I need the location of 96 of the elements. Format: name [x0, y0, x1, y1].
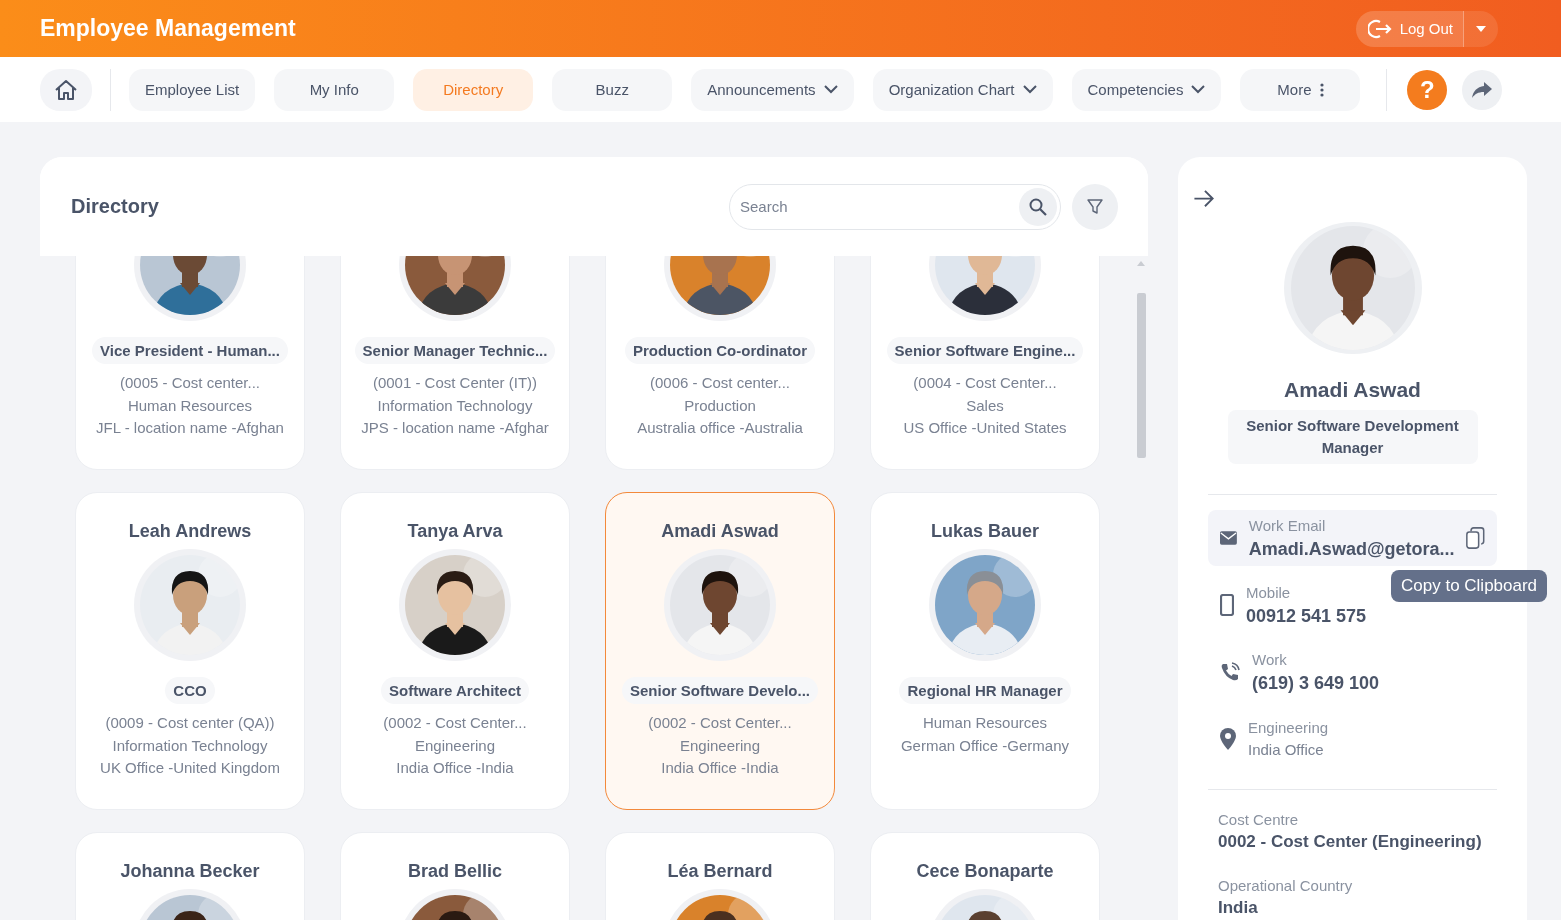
copy-icon[interactable] — [1466, 525, 1485, 552]
tooltip: Copy to Clipboard — [1391, 570, 1548, 602]
employee-card[interactable]: Production Co-ordinator (0006 - Cost center... Production Australia office -Australia — [605, 256, 835, 470]
employee-detail: Production — [683, 395, 757, 416]
panel-title: Directory — [71, 195, 160, 218]
chevron-down-icon — [1191, 85, 1206, 94]
employee-detail: (0004 - Cost Center... — [912, 373, 1058, 393]
contact-label: Work Email — [1248, 516, 1326, 537]
employee-detail: (0009 - Cost center (QA)) — [104, 713, 276, 733]
employee-detail: UK Office -United Kingdom — [100, 758, 280, 778]
employee-detail: JPS - location name -Afghar — [361, 418, 549, 438]
employee-detail: (0002 - Cost Center... — [648, 713, 792, 733]
chevron-down-icon — [823, 85, 838, 94]
employee-card[interactable]: Senior Software Engine... (0004 - Cost Center... Sales US Office -United States — [870, 256, 1100, 470]
nav-tab[interactable]: More — [1240, 68, 1361, 111]
contact-label: Work — [1252, 650, 1287, 671]
employee-detail: Engineering — [413, 735, 497, 756]
nav-tab[interactable]: Employee List — [129, 68, 256, 111]
filter-icon — [1087, 198, 1103, 215]
job-title: Senior Software Develo... — [621, 677, 819, 704]
employee-card[interactable]: Tanya Arva Software Architect (0002 - Cost Center... Engineering India Office -India — [340, 492, 570, 810]
field-value: India — [1218, 897, 1258, 919]
employee-detail: US Office -United States — [903, 418, 1067, 438]
employee-detail: German Office -Germany — [900, 735, 1070, 756]
contact-label: Mobile — [1246, 583, 1291, 604]
employee-name: Amadi Aswad — [661, 520, 779, 543]
employee-detail: Australia office -Australia — [637, 418, 803, 438]
logout-icon — [1367, 18, 1392, 39]
contact-value: (619) 3 649 100 — [1252, 672, 1380, 696]
location-pin-icon — [1220, 728, 1236, 751]
employee-name: Leah Andrews — [128, 520, 252, 543]
kebab-icon — [1319, 82, 1324, 97]
employee-name: Tanya Arva — [407, 520, 503, 543]
scrollbar-thumb[interactable] — [1136, 293, 1146, 458]
employee-card[interactable]: Cece Bonaparte — [870, 832, 1100, 920]
employee-detail: India Office -India — [660, 758, 780, 778]
share-icon — [1472, 81, 1493, 98]
contact-value: India Office — [1248, 740, 1324, 761]
search-icon — [1029, 197, 1047, 216]
contact-label: Engineering — [1248, 718, 1329, 739]
employee-detail: (0001 - Cost Center (IT)) — [371, 373, 539, 393]
employee-card[interactable]: Senior Manager Technic... (0001 - Cost Center (IT)) Information Technology JPS - location name -Afghar — [340, 256, 570, 470]
filter-button[interactable] — [1072, 183, 1118, 230]
employee-detail: Engineering — [678, 735, 762, 756]
job-title: Production Co-ordinator — [624, 337, 816, 364]
employee-card[interactable]: Johanna Becker — [75, 832, 305, 920]
employee-detail: Sales — [965, 395, 1005, 416]
employee-card[interactable]: Lukas Bauer Regional HR Manager Human Resources German Office -Germany — [870, 492, 1100, 810]
chevron-down-icon — [1022, 85, 1037, 94]
employee-detail: Human Resources — [126, 395, 254, 416]
home-icon — [54, 78, 78, 101]
employee-card[interactable]: Vice President - Human... (0005 - Cost center... Human Resources JFL - location name -Afghan — [75, 256, 305, 470]
employee-name: Cece Bonaparte — [916, 860, 1054, 883]
job-title: Senior Software Development Manager — [1227, 410, 1478, 465]
home-button[interactable] — [40, 68, 92, 111]
nav-tab[interactable]: Competencies — [1071, 68, 1222, 111]
caret-icon — [1476, 25, 1486, 32]
employee-detail: (0005 - Cost center... — [118, 373, 262, 393]
employee-name: Lukas Bauer — [930, 520, 1039, 543]
contact-value: Amadi.Aswad@getora... — [1248, 538, 1455, 562]
employee-detail: (0006 - Cost center... — [648, 373, 792, 393]
dropdown-button[interactable] — [1463, 10, 1498, 47]
employee-name: Johanna Becker — [120, 860, 260, 883]
job-title: Senior Manager Technic... — [354, 337, 556, 364]
arrow-right-icon[interactable] — [1193, 189, 1215, 209]
envelope-icon — [1220, 530, 1237, 547]
employee-name: Léa Bernard — [667, 860, 773, 883]
contact-value: 00912 541 575 — [1246, 605, 1367, 629]
employee-card[interactable]: Leah Andrews CCO (0009 - Cost center (QA)) Information Technology UK Office -United Kingdom — [75, 492, 305, 810]
employee-detail: Information Technology — [376, 395, 534, 416]
job-title: Regional HR Manager — [899, 677, 1071, 704]
job-title: Software Architect — [381, 677, 529, 704]
job-title: Vice President - Human... — [92, 337, 288, 364]
nav-tab[interactable]: Buzz — [552, 68, 673, 111]
employee-name: Brad Bellic — [407, 860, 502, 883]
employee-detail: JFL - location name -Afghan — [96, 418, 284, 438]
employee-detail: Human Resources — [921, 713, 1049, 733]
mobile-phone-icon — [1220, 594, 1234, 617]
phone-icon — [1220, 662, 1240, 683]
profile-name: Amadi Aswad — [1283, 378, 1422, 403]
app-title: Employee Management — [40, 15, 296, 42]
nav-tab[interactable]: My Info — [274, 68, 395, 111]
employee-card[interactable]: Amadi Aswad Senior Software Develo... (0002 - Cost Center... Engineering India Office -India — [605, 492, 835, 810]
job-title: Senior Software Engine... — [886, 337, 1084, 364]
nav-tab[interactable]: Announcements — [691, 68, 854, 111]
field-label: Cost Centre — [1218, 810, 1299, 830]
search-field[interactable]: Search — [729, 183, 1061, 230]
employee-detail: (0002 - Cost Center... — [383, 713, 527, 733]
employee-detail: Information Technology — [111, 735, 269, 756]
employee-card[interactable]: Brad Bellic — [340, 832, 570, 920]
field-label: Operational Country — [1218, 876, 1353, 896]
employee-card[interactable]: Léa Bernard — [605, 832, 835, 920]
employee-detail: India Office -India — [395, 758, 515, 778]
field-value: 0002 - Cost Center (Engineering) — [1218, 831, 1482, 853]
nav-tab[interactable]: Organization Chart — [872, 68, 1053, 111]
job-title: CCO — [165, 677, 215, 704]
